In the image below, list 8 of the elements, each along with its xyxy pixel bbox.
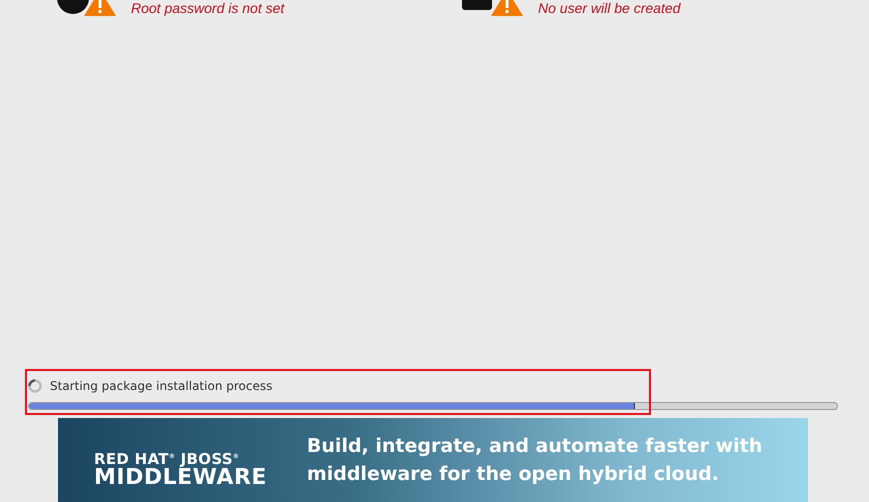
spinner-icon — [28, 379, 42, 393]
status-text: Starting package installation process — [50, 379, 272, 393]
product-name: MIDDLEWARE — [94, 467, 267, 489]
promo-banner[interactable]: RED HAT$^{®}$ JBOSS$^{®}$ MIDDLEWARE Build, integrate, and automate faster with middleware for the open hybrid cloud. — [58, 418, 808, 502]
brand-text: RED HAT$^{®}$ JBOSS$^{®}$ — [94, 449, 240, 467]
tagline: Build, integrate, and automate faster with middleware for the open hybrid cloud. — [306, 434, 764, 487]
warning-message: Root password is not set — [131, 0, 284, 16]
warning-message: No user will be created — [538, 0, 680, 16]
